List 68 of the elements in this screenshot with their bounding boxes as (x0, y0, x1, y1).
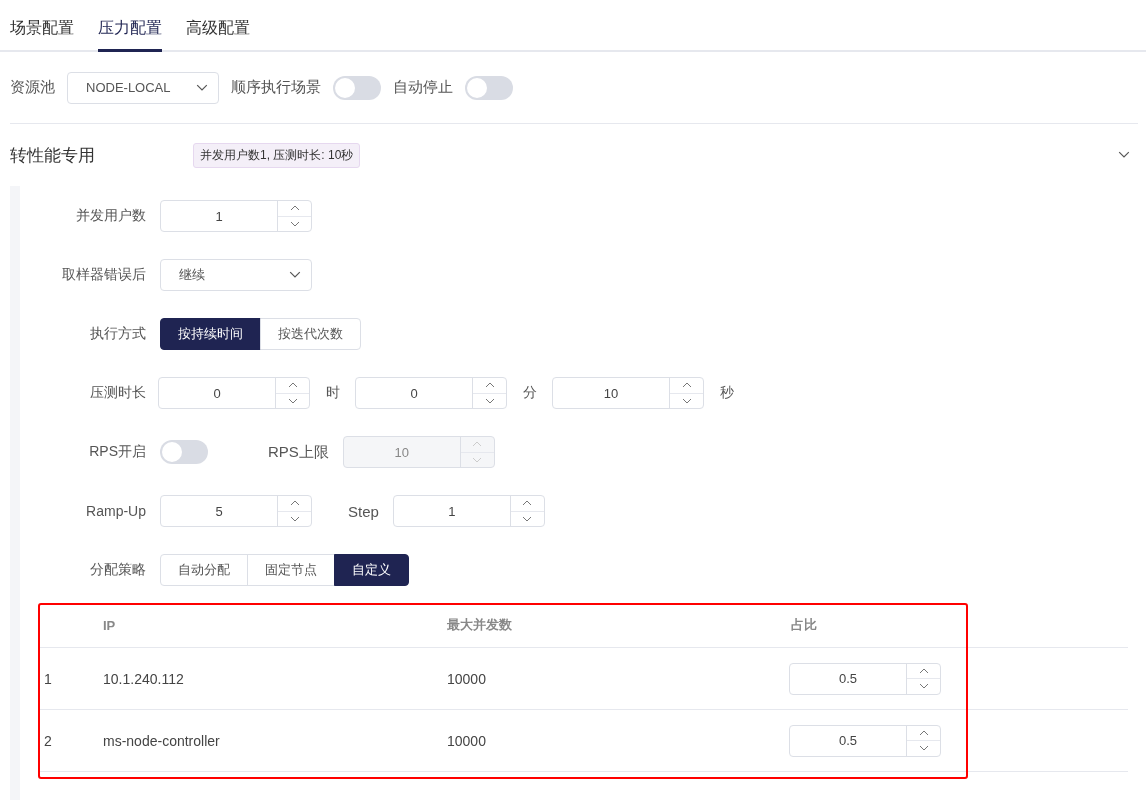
chevron-down-icon (681, 397, 692, 404)
tab[interactable]: 压力配置 (98, 18, 162, 52)
column-header: IP (103, 617, 117, 633)
table-cell-text: ms-node-controller (103, 732, 221, 749)
mode-button[interactable]: 按迭代次数 (260, 318, 361, 350)
toggle-switch[interactable] (160, 440, 208, 464)
field-label: 取样器错误后 (61, 266, 146, 284)
row-index: 2 (43, 732, 53, 749)
column-header: 最大并发数 (447, 616, 513, 634)
tab[interactable]: 场景配置 (10, 18, 74, 52)
chevron-down-icon (522, 515, 533, 522)
column-header: 占比 (791, 616, 818, 634)
chevron-down-icon (196, 83, 208, 92)
tab[interactable]: 高级配置 (186, 18, 250, 52)
chevron-up-icon (522, 500, 533, 507)
chevron-up-icon (918, 729, 929, 736)
number-field[interactable]: 5 (160, 495, 312, 527)
table-cell-text: 10000 (447, 670, 487, 687)
strategy-button[interactable]: 自动分配 (160, 554, 248, 586)
row-index: 1 (43, 670, 53, 687)
strategy-button[interactable]: 自定义 (334, 554, 409, 586)
number-field[interactable]: 0.5 (789, 662, 941, 695)
chevron-down-icon (484, 397, 495, 404)
chevron-down-icon (287, 397, 298, 404)
section-title: 转性能专用 (10, 144, 96, 167)
field-label: 顺序执行场景 (231, 78, 321, 97)
number-field[interactable]: 0 (355, 377, 507, 409)
field-label: 执行方式 (89, 325, 146, 343)
unit-label: 时 (324, 384, 341, 402)
chevron-up-icon (287, 382, 298, 389)
field-label: 并发用户数 (75, 207, 146, 225)
chevron-up-icon (289, 500, 300, 507)
field-label: RPS开启 (88, 443, 146, 461)
toggle-switch[interactable] (465, 75, 513, 100)
chevron-up-icon (484, 382, 495, 389)
unit-label: 秒 (718, 384, 735, 402)
chevron-up-icon (918, 667, 929, 674)
chevron-down-icon (472, 456, 483, 463)
table-cell-text: 10000 (447, 732, 487, 749)
number-field[interactable]: 0 (158, 377, 310, 409)
field-label: RPS上限 (268, 442, 329, 462)
field-label: 自动停止 (393, 78, 453, 97)
strategy-button[interactable]: 固定节点 (247, 554, 335, 586)
select-field[interactable]: 继续 (160, 259, 312, 291)
chevron-down-icon (289, 271, 301, 279)
mode-button[interactable]: 按持续时间 (160, 318, 261, 350)
chevron-down-icon (1118, 151, 1130, 159)
chevron-up-icon (472, 441, 483, 448)
number-field[interactable]: 1 (392, 495, 545, 527)
chevron-down-icon (918, 683, 929, 690)
table-cell-text: 10.1.240.112 (103, 670, 185, 687)
number-field[interactable]: 10 (552, 377, 704, 409)
chevron-down-icon (918, 745, 929, 752)
number-field[interactable]: 1 (160, 200, 312, 232)
select-field[interactable]: NODE-LOCAL (67, 71, 219, 104)
field-label: Step (348, 502, 379, 520)
field-label: 分配策略 (89, 561, 146, 579)
number-field[interactable]: 0.5 (789, 724, 941, 757)
toggle-switch[interactable] (333, 75, 381, 100)
field-label: 资源池 (10, 78, 55, 97)
summary-tag: 并发用户数1, 压测时长: 10秒 (193, 142, 361, 168)
chevron-down-icon (289, 220, 300, 227)
chevron-up-icon (289, 205, 300, 212)
field-label: 压测时长 (89, 384, 146, 402)
chevron-up-icon (681, 382, 692, 389)
field-label: Ramp-Up (85, 503, 146, 519)
chevron-down-icon (289, 515, 300, 522)
unit-label: 分 (521, 384, 538, 402)
